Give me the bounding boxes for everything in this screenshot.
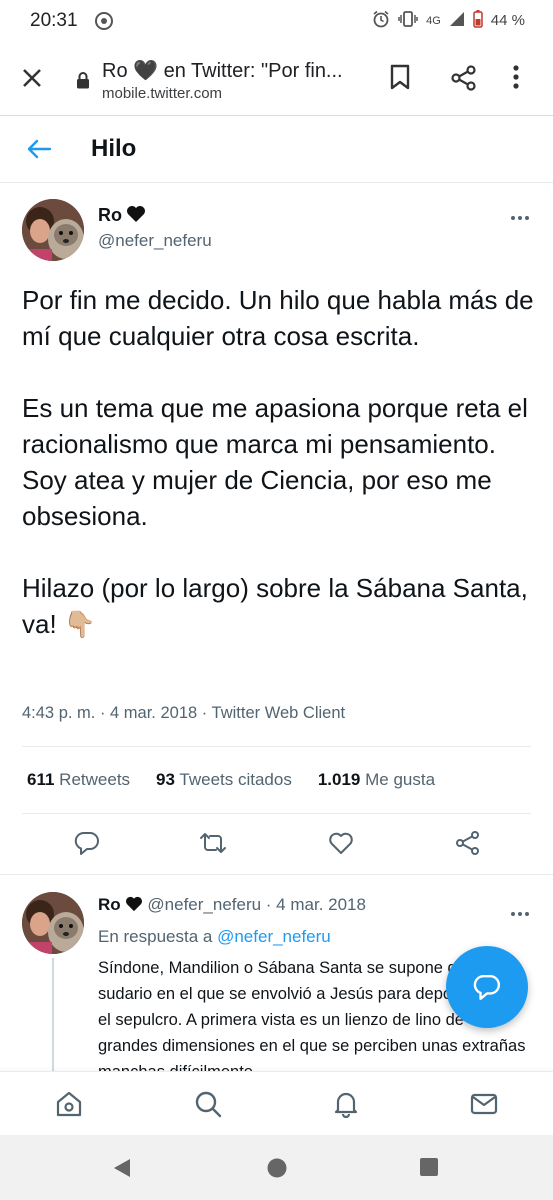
tweet-paragraph: Hilazo (por lo largo) sobre la Sábana Sa… (22, 573, 528, 639)
avatar[interactable] (22, 199, 84, 261)
network-label: 4G (426, 14, 441, 27)
retweet-icon[interactable] (199, 830, 227, 861)
tweet-meta[interactable]: 4:43 p. m. · 4 mar. 2018 · Twitter Web C… (22, 704, 345, 723)
black-heart-icon (125, 896, 143, 917)
chrome-icon (95, 12, 113, 35)
more-vert-icon[interactable] (512, 64, 520, 95)
compose-reply-button[interactable] (446, 946, 528, 1028)
page-title: Ro 🖤 en Twitter: "Por fin... (102, 60, 343, 82)
reply-author-name[interactable]: Ro (98, 895, 121, 914)
share-icon[interactable] (455, 830, 481, 861)
back-arrow-icon[interactable] (26, 138, 52, 165)
divider (22, 813, 531, 814)
reply-to-line: En respuesta a @nefer_neferu (98, 927, 331, 947)
lock-icon (76, 72, 90, 94)
tweet-paragraph: Por fin me decido. Un hilo que habla más… (22, 285, 534, 351)
vibrate-icon (398, 11, 418, 30)
page-header: Hilo (0, 117, 553, 183)
retweets-label: Retweets (59, 770, 131, 789)
like-icon[interactable] (328, 830, 354, 861)
tweet-paragraph: Es un tema que me apasiona porque reta e… (22, 393, 528, 531)
battery-level: 44 % (490, 12, 525, 29)
more-horiz-icon[interactable] (510, 204, 530, 227)
reply-handle-date[interactable]: @nefer_neferu · 4 mar. 2018 (147, 895, 366, 914)
author-name-text: Ro (98, 205, 122, 225)
reply-bubble-icon (473, 975, 501, 1001)
tweet-stats: 611 Retweets 93 Tweets citados 1.019 Me … (27, 770, 435, 790)
system-navigation-bar (0, 1135, 553, 1200)
reply-to-prefix: En respuesta a (98, 927, 213, 946)
retweets-stat[interactable]: 611 Retweets (27, 770, 130, 790)
close-icon[interactable] (20, 66, 44, 95)
thread-line (52, 958, 54, 1078)
likes-count: 1.019 (317, 770, 361, 789)
alarm-icon (372, 10, 390, 31)
more-horiz-icon[interactable] (510, 900, 530, 923)
home-icon[interactable] (55, 1090, 83, 1123)
search-icon[interactable] (194, 1090, 222, 1123)
page-heading: Hilo (91, 135, 137, 162)
likes-stat[interactable]: 1.019 Me gusta (318, 770, 435, 790)
page-url: mobile.twitter.com (102, 85, 223, 102)
back-triangle-icon[interactable] (112, 1157, 132, 1184)
quotes-count: 93 (156, 770, 175, 789)
share-icon[interactable] (450, 64, 478, 97)
home-circle-icon[interactable] (266, 1157, 288, 1184)
tweet-text: Por fin me decido. Un hilo que habla más… (22, 282, 537, 642)
author-handle[interactable]: @nefer_neferu (98, 231, 212, 251)
reply-icon[interactable] (74, 830, 100, 861)
status-time: 20:31 (30, 10, 78, 31)
divider (0, 874, 553, 875)
divider (22, 746, 531, 747)
messages-icon[interactable] (470, 1090, 498, 1123)
quotes-stat[interactable]: 93 Tweets citados (156, 770, 292, 790)
reply-to-link[interactable]: @nefer_neferu (217, 927, 331, 946)
recents-square-icon[interactable] (419, 1157, 439, 1182)
signal-icon (449, 11, 465, 30)
reply-header: Ro @nefer_neferu · 4 mar. 2018 (98, 895, 366, 917)
black-heart-icon (126, 205, 146, 228)
notifications-icon[interactable] (332, 1090, 360, 1123)
bookmark-icon[interactable] (389, 64, 411, 95)
status-bar: 20:31 4G 44 % (0, 0, 553, 42)
bottom-navigation (0, 1071, 553, 1135)
retweets-count: 611 (27, 770, 55, 789)
likes-label: Me gusta (365, 770, 436, 789)
battery-icon (473, 10, 483, 31)
avatar[interactable] (22, 892, 84, 954)
author-name[interactable]: Ro (98, 205, 146, 228)
quotes-label: Tweets citados (179, 770, 292, 789)
browser-toolbar: Ro 🖤 en Twitter: "Por fin... mobile.twit… (0, 42, 553, 116)
